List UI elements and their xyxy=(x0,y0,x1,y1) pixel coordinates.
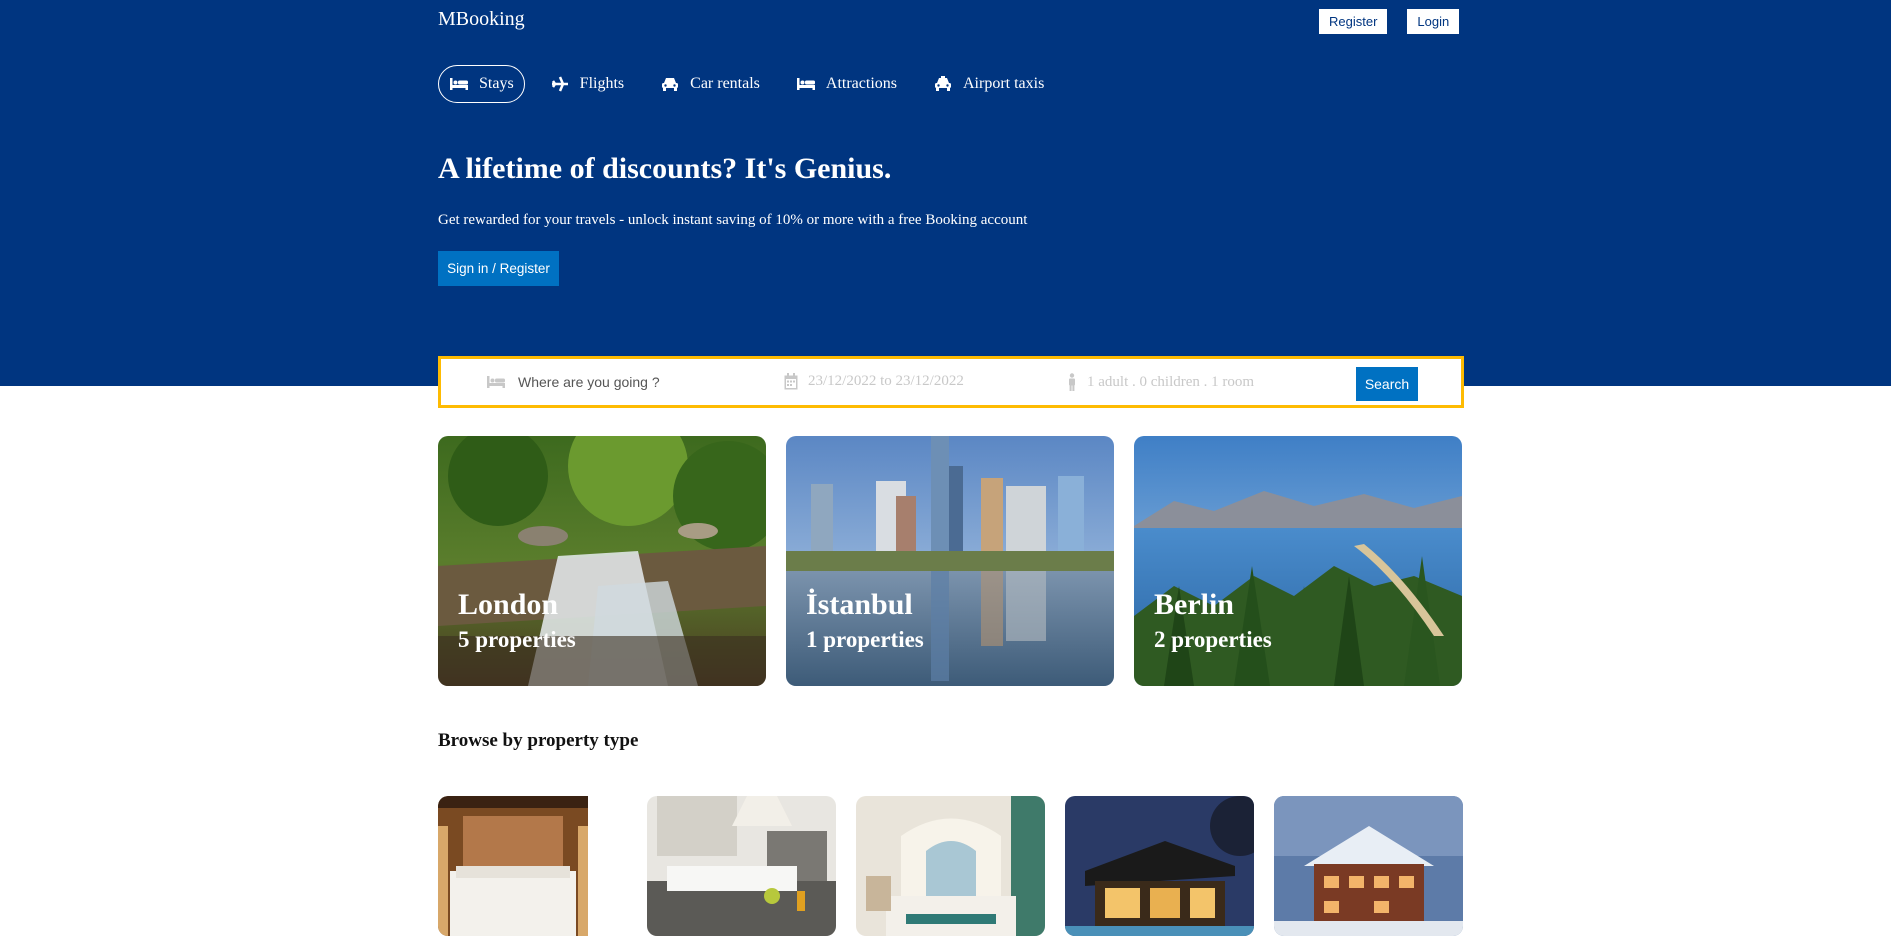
date-field[interactable]: 23/12/2022 to 23/12/2022 xyxy=(784,373,964,390)
featured-city-count: 5 properties xyxy=(458,627,576,652)
nav-label: Airport taxis xyxy=(962,75,1045,92)
featured-city-name: London xyxy=(458,588,559,621)
register-button[interactable]: Register xyxy=(1319,9,1388,34)
taxi-icon xyxy=(934,76,951,91)
nav-label: Stays xyxy=(479,75,514,92)
hero-headline: A lifetime of discounts? It's Genius. xyxy=(438,152,892,185)
apartment-image xyxy=(647,796,836,936)
auth-buttons: Register Login xyxy=(1319,9,1460,34)
featured-city-card[interactable]: London 5 properties xyxy=(438,436,766,686)
property-type-card[interactable] xyxy=(647,796,836,936)
featured-city-count: 2 properties xyxy=(1154,627,1272,652)
property-type-card[interactable] xyxy=(1065,796,1254,936)
hero-subline: Get rewarded for your travels - unlock i… xyxy=(438,212,1028,228)
guests-text: 1 adult . 0 children . 1 room xyxy=(1087,373,1255,390)
sign-in-register-button[interactable]: Sign in / Register xyxy=(438,251,559,286)
featured-city-name: Berlin xyxy=(1154,588,1234,621)
hotel-room-image xyxy=(438,796,588,936)
property-type-card[interactable] xyxy=(438,796,627,936)
person-icon xyxy=(1069,373,1075,391)
browse-section-title: Browse by property type xyxy=(438,730,639,751)
date-range-text: 23/12/2022 to 23/12/2022 xyxy=(808,373,964,389)
nav-item-stays[interactable]: Stays xyxy=(438,65,525,103)
search-button[interactable]: Search xyxy=(1356,367,1418,401)
hero-header xyxy=(0,0,1891,386)
bed-icon xyxy=(450,78,468,90)
featured-city-count: 1 properties xyxy=(806,627,924,652)
guests-field[interactable]: 1 adult . 0 children . 1 room xyxy=(1067,373,1254,391)
plane-icon xyxy=(551,76,568,92)
nav-label: Flights xyxy=(579,75,625,92)
nav-label: Attractions xyxy=(825,75,897,92)
bed-icon xyxy=(796,78,815,90)
resort-image xyxy=(856,796,1045,936)
property-type-card[interactable] xyxy=(856,796,1045,936)
nav-label: Car rentals xyxy=(690,75,760,92)
nav-item-flights[interactable]: Flights xyxy=(539,65,635,103)
login-button[interactable]: Login xyxy=(1407,9,1460,34)
search-bar: 23/12/2022 to 23/12/2022 1 adult . 0 chi… xyxy=(438,356,1464,408)
calendar-icon xyxy=(784,373,798,390)
chalet-image xyxy=(1274,796,1463,936)
car-icon xyxy=(662,78,679,91)
featured-city-card[interactable]: Berlin 2 properties xyxy=(1134,436,1462,686)
destination-field[interactable] xyxy=(486,373,700,391)
main-nav: Stays Flights Car rentals Attractions Ai… xyxy=(438,65,1055,103)
featured-city-card[interactable]: İstanbul 1 properties xyxy=(786,436,1114,686)
logo[interactable]: MBooking xyxy=(438,8,525,31)
nav-item-attractions[interactable]: Attractions xyxy=(785,65,908,103)
featured-cities: London 5 properties İstanbul 1 propertie… xyxy=(438,436,1462,686)
destination-input[interactable] xyxy=(516,373,700,391)
nav-item-car-rentals[interactable]: Car rentals xyxy=(649,65,771,103)
featured-city-name: İstanbul xyxy=(806,588,913,621)
bed-icon xyxy=(487,376,505,388)
property-type-list xyxy=(438,796,1463,936)
villa-image xyxy=(1065,796,1254,936)
property-type-card[interactable] xyxy=(1274,796,1463,936)
nav-item-airport-taxis[interactable]: Airport taxis xyxy=(922,65,1055,103)
